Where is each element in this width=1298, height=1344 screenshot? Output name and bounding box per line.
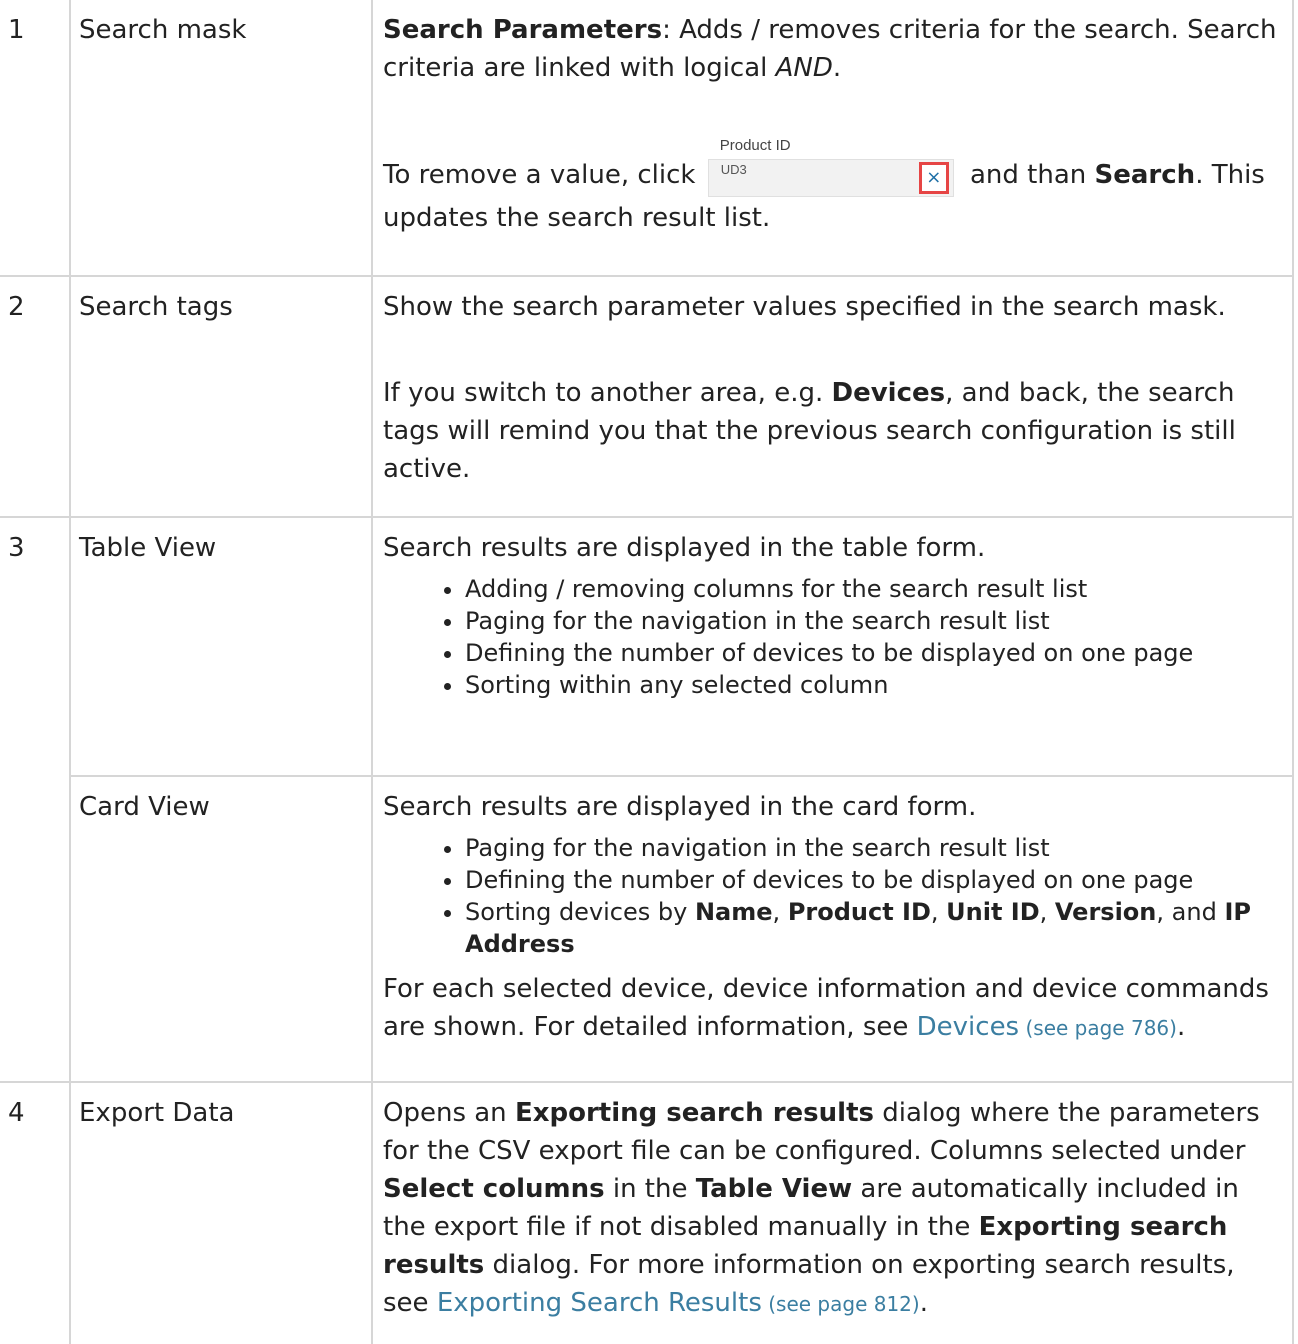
paragraph: Opens an Exporting search results dialog… [383,1094,1286,1323]
text: Opens an [383,1098,515,1128]
bold-text: Select columns [383,1174,605,1204]
text: . [1176,1012,1186,1042]
row-name: Search tags [69,275,373,518]
page-reference-link[interactable]: (see page 786) [1019,1016,1177,1040]
text: , [930,898,947,926]
paragraph: To remove a value, click Product ID UD3 × … [383,137,1286,237]
text: in the [604,1174,696,1204]
row-name: Export Data [69,1081,373,1344]
row-number: 1 [0,0,71,277]
paragraph: Search results are displayed in the card… [383,792,977,822]
row-description: Search Parameters: Adds / removes criter… [371,0,1294,277]
text: and than [961,160,1095,190]
devices-link[interactable]: Devices [917,1012,1019,1042]
description-table: 1 Search mask Search Parameters: Adds / … [0,0,1294,1344]
row-number: 3 [0,516,71,1083]
bold-text: Version [1054,898,1157,926]
bold-text: Table View [695,1174,853,1204]
bold-text: Search [1094,160,1196,190]
table-row: Card View Search results are displayed i… [0,775,1294,1083]
list-item: Sorting within any selected column [465,669,1286,701]
text: To remove a value, click [383,160,704,190]
product-id-label: Product ID [719,137,791,154]
text: , [772,898,788,926]
row-description: Search results are displayed in the card… [371,775,1294,1083]
table-row: 4 Export Data Opens an Exporting search … [0,1081,1294,1344]
table-row: 2 Search tags Show the search parameter … [0,275,1294,518]
row-name: Search mask [69,0,373,277]
table-row: 1 Search mask Search Parameters: Adds / … [0,0,1294,277]
list-item: Defining the number of devices to be dis… [465,864,1286,896]
product-id-filter-screenshot: Product ID UD3 × [707,137,956,199]
bullet-list: Paging for the navigation in the search … [383,832,1286,960]
list-item: Defining the number of devices to be dis… [465,637,1286,669]
text: . [832,53,842,83]
row-description: Show the search parameter values specifi… [371,275,1294,518]
paragraph: Search results are displayed in the tabl… [383,533,986,563]
product-id-value: UD3 [720,162,747,177]
italic-text: AND [775,53,833,83]
row-number: 2 [0,275,71,518]
clear-icon: × [918,162,949,194]
table-row: 3 Table View Search results are displaye… [0,516,1294,1083]
bold-text: Exporting search results [514,1098,874,1128]
text: , [1039,898,1055,926]
row-description: Search results are displayed in the tabl… [371,516,1294,777]
bold-text: Devices [831,378,946,408]
bold-text: Name [694,898,773,926]
list-item: Adding / removing columns for the search… [465,573,1286,605]
list-item: Sorting devices by Name, Product ID, Uni… [465,896,1286,960]
product-id-field: UD3 × [707,159,954,197]
bold-text: Product ID [787,898,931,926]
row-description: Opens an Exporting search results dialog… [371,1081,1294,1344]
row-number: 4 [0,1081,71,1344]
paragraph: Show the search parameter values specifi… [383,292,1226,322]
exporting-search-results-link[interactable]: Exporting Search Results [437,1288,762,1318]
text: If you switch to another area, e.g. [383,378,832,408]
page-reference-link[interactable]: (see page 812) [762,1292,920,1316]
text: Sorting devices by [465,898,695,926]
paragraph: If you switch to another area, e.g. Devi… [383,374,1286,488]
row-name: Card View [70,775,373,1083]
bold-text: Search Parameters [383,15,663,45]
bold-text: Unit ID [946,898,1040,926]
list-item: Paging for the navigation in the search … [465,832,1286,864]
bullet-list: Adding / removing columns for the search… [383,573,1286,701]
text: . [919,1288,928,1318]
paragraph: For each selected device, device informa… [383,970,1286,1047]
row-name: Table View [69,516,373,777]
text: , and [1156,898,1225,926]
paragraph: Search Parameters: Adds / removes criter… [383,11,1286,87]
list-item: Paging for the navigation in the search … [465,605,1286,637]
